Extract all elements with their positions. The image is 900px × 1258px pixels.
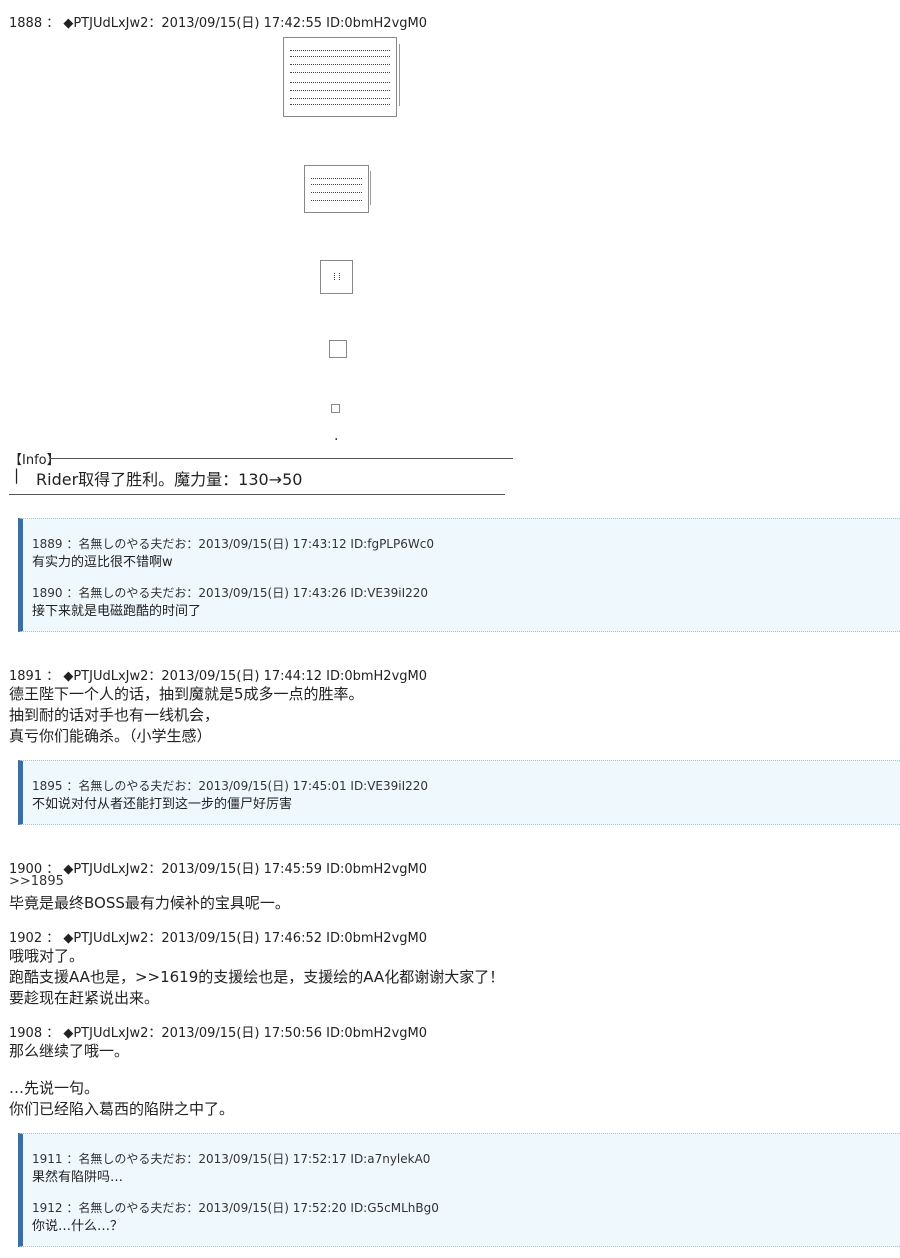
reply-header-1890: 1890 ：名無しのやる夫だお：2013/09/15(日) 17:43:26 I… [32,586,429,600]
reply-box-1: 1889 ：名無しのやる夫だお：2013/09/15(日) 17:43:12 I… [18,518,900,632]
reply-header-1889: 1889 ：名無しのやる夫だお：2013/09/15(日) 17:43:12 I… [32,537,434,551]
reply-box-2: 1895 ：名無しのやる夫だお：2013/09/15(日) 17:45:01 I… [18,760,900,825]
post-line: 那么继续了哦一。 [9,1042,130,1060]
aa-frame-large [283,37,397,117]
post-header-1888: 1888 ： ◆PTJUdLxJw2：2013/09/15(日) 17:42:5… [9,16,428,31]
reply-text-1890: 接下来就是电磁跑酷的时间了 [32,604,202,619]
post-header-1908: 1908 ： ◆PTJUdLxJw2：2013/09/15(日) 17:50:5… [9,1026,428,1041]
aa-frame-medium [304,165,369,213]
reply-header-1895: 1895 ：名無しのやる夫だお：2013/09/15(日) 17:45:01 I… [32,779,429,793]
reply-text-1895: 不如说对付从者还能打到这一步的僵尸好厉害 [32,797,293,812]
post-header-1902: 1902 ： ◆PTJUdLxJw2：2013/09/15(日) 17:46:5… [9,931,428,946]
aa-frame-mini [331,404,340,413]
post-line: 跑酷支援AA也是，>>1619的支援绘也是，支援绘的AA化都谢谢大家了！ [9,968,505,986]
info-bottom-rule [9,494,505,495]
post-line: 毕竟是最终BOSS最有力候补的宝具呢一。 [9,894,290,912]
info-text: Rider取得了胜利。魔力量：130→50 [36,470,303,489]
post-line: 要趁现在赶紧说出来。 [9,989,160,1007]
reply-text-1912: 你说…什么…？ [32,1219,124,1234]
post-header-1891: 1891 ： ◆PTJUdLxJw2：2013/09/15(日) 17:44:1… [9,669,428,684]
info-bar: | [14,466,20,484]
post-line: …先说一句。 [9,1079,100,1097]
post-header-1900: 1900 ： ◆PTJUdLxJw2：2013/09/15(日) 17:45:5… [9,862,428,877]
post-line: 你们已经陷入葛西的陷阱之中了。 [9,1100,235,1118]
post-line: 抽到耐的话对手也有一线机会， [9,706,220,724]
reply-box-3: 1911 ：名無しのやる夫だお：2013/09/15(日) 17:52:17 I… [18,1133,900,1247]
info-top-rule [49,458,513,459]
aa-frame-large-edge [399,44,403,106]
reply-anchor-link[interactable]: >>1895 [9,874,64,889]
reply-text-1911: 果然有陷阱吗… [32,1170,124,1185]
post-line: 真亏你们能确杀。（小学生感） [9,727,212,745]
aa-frame-medium-edge [370,171,373,205]
aa-frame-tiny [329,340,347,358]
aa-dot: . [334,428,339,444]
reply-header-1911: 1911 ：名無しのやる夫だお：2013/09/15(日) 17:52:17 I… [32,1152,431,1166]
reply-text-1889: 有实力的逗比很不错啊w [32,555,173,570]
post-line: 德王陛下一个人的话，抽到魔就是5成多一点的胜率。 [9,685,364,703]
reply-header-1912: 1912 ：名無しのやる夫だお：2013/09/15(日) 17:52:20 I… [32,1201,439,1215]
post-line: 哦哦对了。 [9,947,85,965]
aa-frame-small [320,260,353,294]
